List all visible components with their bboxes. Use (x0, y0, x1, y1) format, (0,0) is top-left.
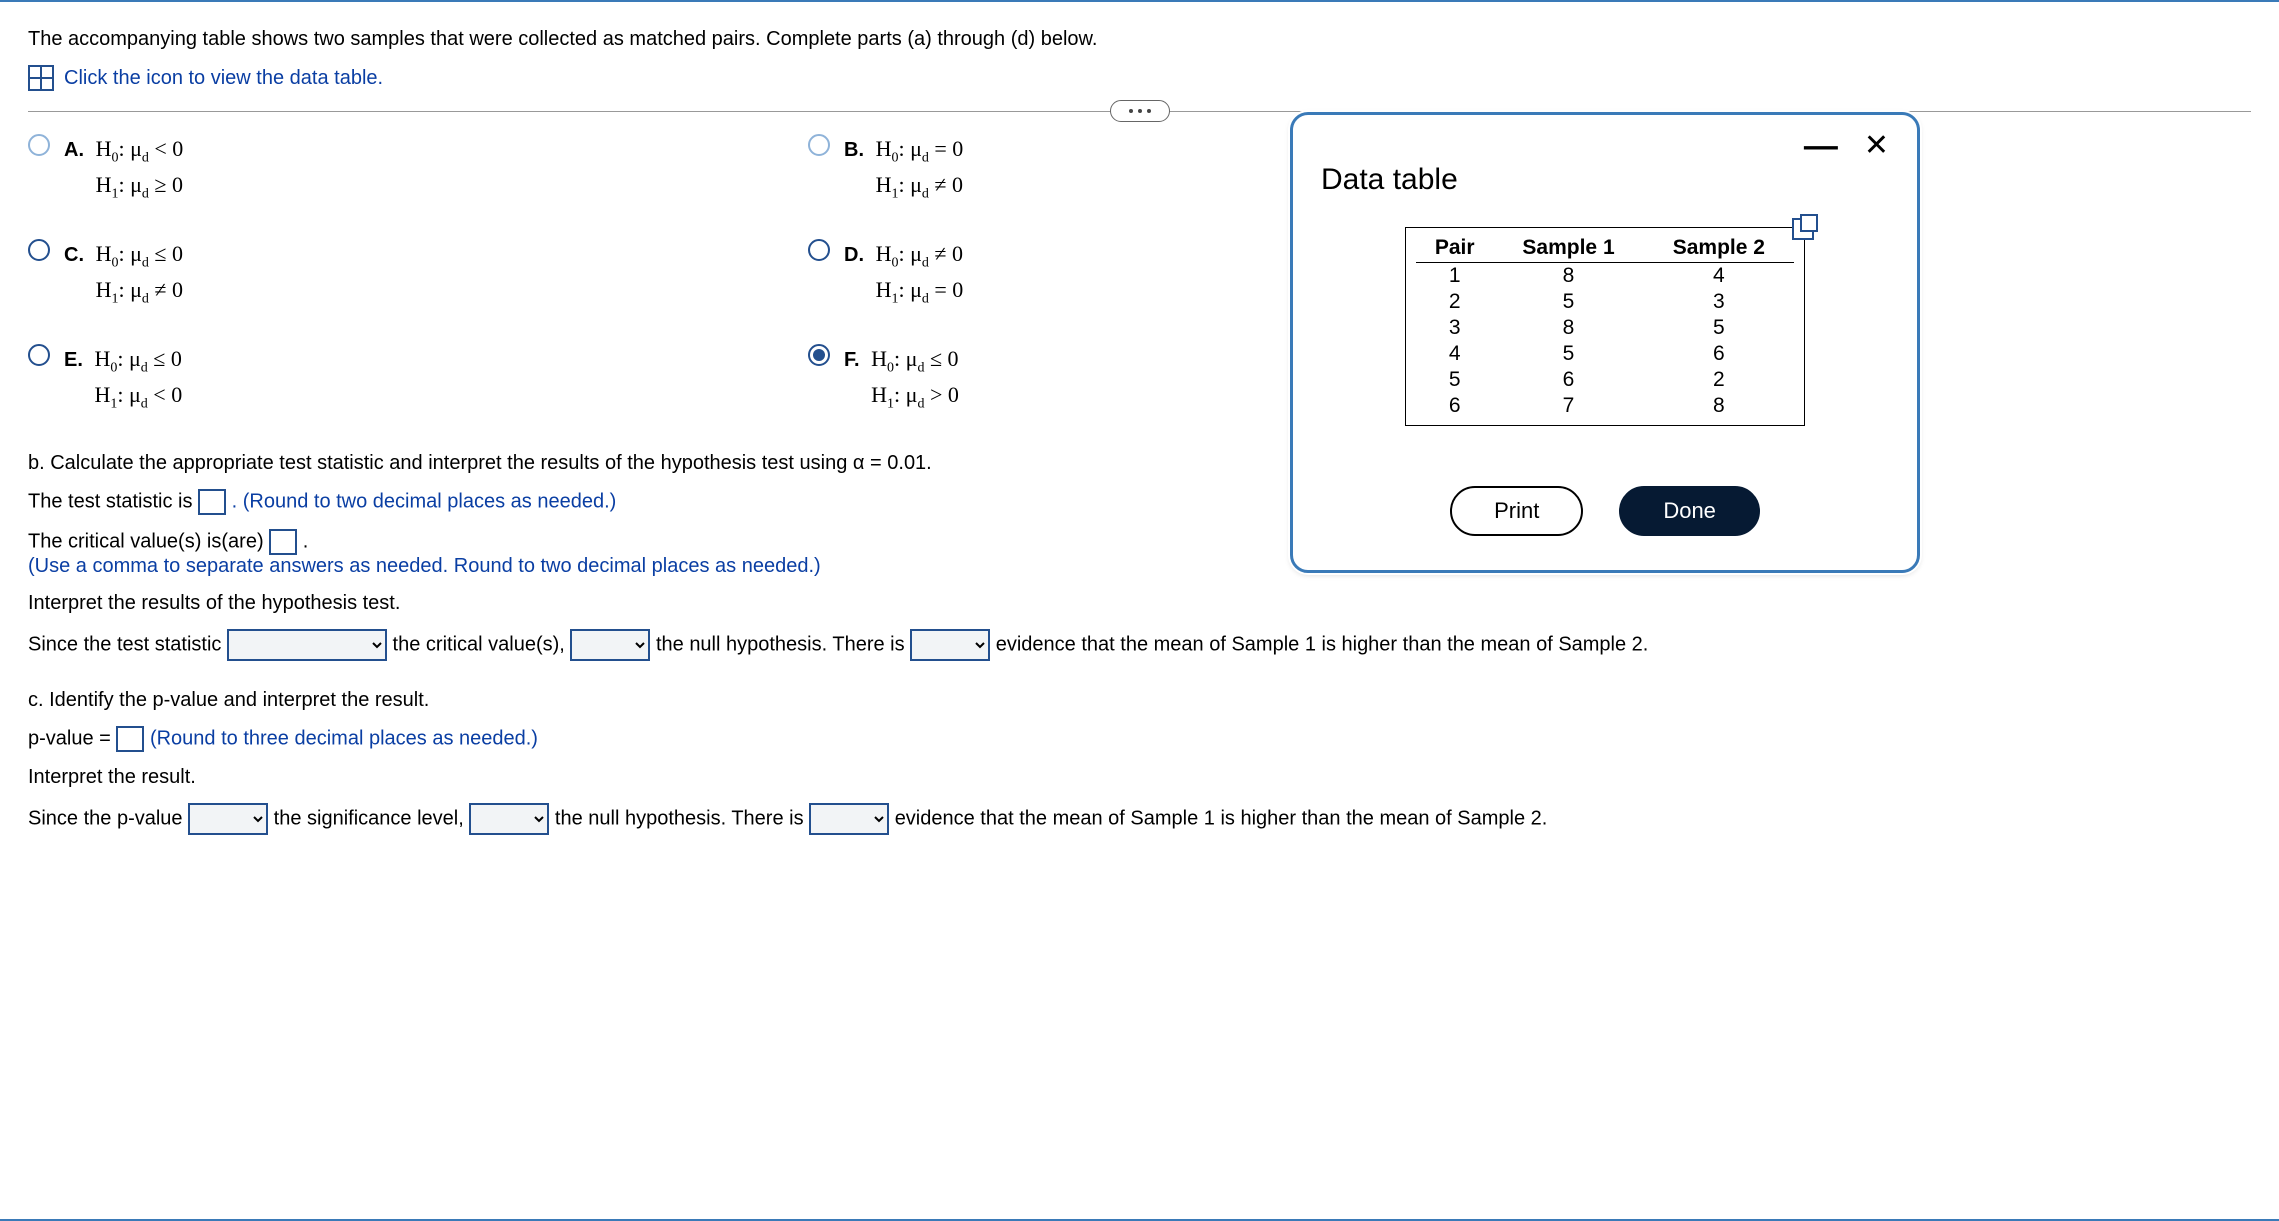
p-value-input[interactable] (116, 726, 144, 752)
radio-C[interactable] (28, 239, 50, 261)
table-row: 456 (1416, 341, 1794, 367)
cell: 3 (1644, 289, 1794, 315)
choice-label: C. (64, 244, 84, 266)
choice-label: A. (64, 139, 84, 161)
done-button[interactable]: Done (1619, 486, 1760, 536)
cell: 3 (1416, 315, 1493, 341)
data-table-frame: Pair Sample 1 Sample 2 18425338545656267… (1405, 227, 1805, 426)
interpret-label: Interpret the results of the hypothesis … (28, 592, 2251, 615)
cell: 5 (1493, 341, 1643, 367)
choice-E[interactable]: E. H0: μd ≤ 0 E. H1: μd < 0 (28, 342, 748, 415)
ellipsis-icon[interactable] (1110, 100, 1170, 122)
cell: 6 (1644, 341, 1794, 367)
cell: 5 (1493, 289, 1643, 315)
choice-label: F. (844, 349, 860, 371)
radio-A[interactable] (28, 134, 50, 156)
drop-compare-pvalue[interactable] (188, 803, 268, 835)
hypothesis-h0: H0: μd ≤ 0 (871, 346, 958, 371)
data-table: Pair Sample 1 Sample 2 18425338545656267… (1416, 234, 1794, 419)
round-hint: . (Round to two decimal places as needed… (232, 491, 617, 513)
pval-hint: (Round to three decimal places as needed… (150, 728, 538, 750)
print-button[interactable]: Print (1450, 486, 1583, 536)
table-row: 678 (1416, 393, 1794, 419)
radio-F[interactable] (808, 344, 830, 366)
crit-hint: (Use a comma to separate answers as need… (28, 555, 821, 577)
cell: 7 (1493, 393, 1643, 419)
minimize-icon[interactable]: — (1804, 138, 1838, 155)
copy-icon[interactable] (1792, 218, 1814, 240)
test-statistic-input[interactable] (198, 489, 226, 515)
drop-reject-c[interactable] (469, 803, 549, 835)
cell: 8 (1493, 263, 1643, 290)
hypothesis-h1: H1: μd < 0 (94, 382, 182, 407)
drop-reject[interactable] (570, 629, 650, 661)
drop-evidence[interactable] (910, 629, 990, 661)
cell: 8 (1493, 315, 1643, 341)
radio-D[interactable] (808, 239, 830, 261)
data-table-modal: — ✕ Data table Pair Sample 1 Sample 2 18… (1290, 112, 1920, 573)
cell: 2 (1416, 289, 1493, 315)
cell: 5 (1416, 367, 1493, 393)
open-data-table-link[interactable]: Click the icon to view the data table. (64, 67, 383, 90)
cell: 4 (1644, 263, 1794, 290)
cell: 6 (1493, 367, 1643, 393)
table-row: 253 (1416, 289, 1794, 315)
radio-B[interactable] (808, 134, 830, 156)
radio-E[interactable] (28, 344, 50, 366)
choice-label: E. (64, 349, 83, 371)
choice-label: B. (844, 139, 864, 161)
hypothesis-h1: H1: μd > 0 (871, 382, 959, 407)
cell: 6 (1416, 393, 1493, 419)
interpretation-sentence-b: Since the test statistic the critical va… (28, 629, 2251, 661)
hypothesis-h1: H1: μd ≠ 0 (96, 277, 183, 302)
interpretation-sentence-c: Since the p-value the significance level… (28, 803, 2251, 835)
hypothesis-h1: H1: μd = 0 (876, 277, 964, 302)
modal-title: Data table (1321, 163, 1889, 197)
col-sample1: Sample 1 (1493, 234, 1643, 263)
cell: 5 (1644, 315, 1794, 341)
choice-label: D. (844, 244, 864, 266)
choice-C[interactable]: C. H0: μd ≤ 0 C. H1: μd ≠ 0 (28, 237, 748, 310)
col-sample2: Sample 2 (1644, 234, 1794, 263)
cell: 8 (1644, 393, 1794, 419)
data-table-icon[interactable] (28, 65, 54, 91)
cell: 1 (1416, 263, 1493, 290)
cell: 2 (1644, 367, 1794, 393)
hypothesis-h0: H0: μd ≤ 0 (96, 241, 183, 266)
hypothesis-h1: H1: μd ≠ 0 (876, 172, 963, 197)
drop-compare-statistic[interactable] (227, 629, 387, 661)
hypothesis-h0: H0: μd ≤ 0 (94, 346, 181, 371)
drop-evidence-c[interactable] (809, 803, 889, 835)
hypothesis-h1: H1: μd ≥ 0 (96, 172, 183, 197)
table-row: 562 (1416, 367, 1794, 393)
hypothesis-h0: H0: μd < 0 (96, 136, 184, 161)
interpret-label-c: Interpret the result. (28, 766, 2251, 789)
part-c-prompt: c. Identify the p-value and interpret th… (28, 689, 2251, 712)
close-icon[interactable]: ✕ (1864, 137, 1889, 155)
choice-A[interactable]: A. H0: μd < 0 A. H1: μd ≥ 0 (28, 132, 748, 205)
hypothesis-h0: H0: μd ≠ 0 (876, 241, 963, 266)
question-intro: The accompanying table shows two samples… (28, 28, 2251, 51)
cell: 4 (1416, 341, 1493, 367)
table-row: 385 (1416, 315, 1794, 341)
col-pair: Pair (1416, 234, 1493, 263)
table-row: 184 (1416, 263, 1794, 290)
p-value-line: p-value = (Round to three decimal places… (28, 726, 2251, 752)
hypothesis-h0: H0: μd = 0 (876, 136, 964, 161)
critical-value-input[interactable] (269, 529, 297, 555)
